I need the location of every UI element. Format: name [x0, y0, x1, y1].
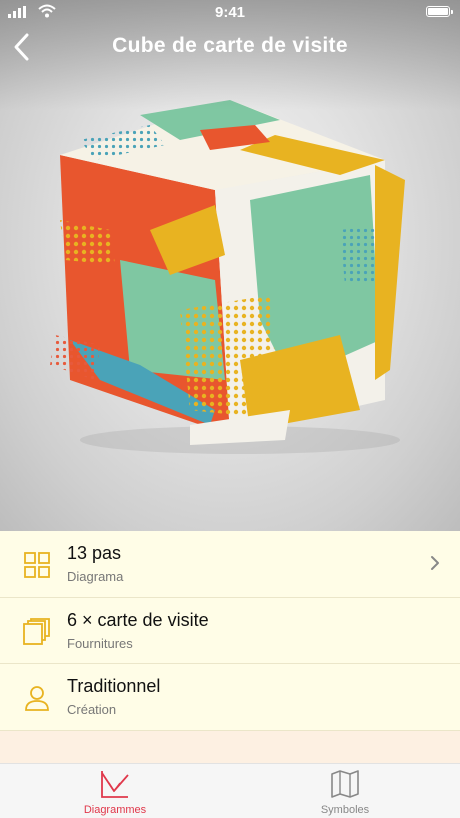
cards-stack-icon — [23, 617, 50, 645]
person-icon — [25, 686, 49, 711]
status-time: 9:41 — [214, 4, 246, 21]
item-title: 6 × carte de visite — [67, 609, 209, 630]
map-book-icon — [331, 770, 359, 798]
page-title: Cube de carte de visite — [112, 34, 348, 57]
list-item-creation: Traditionnel Création — [0, 664, 460, 731]
tab-bar: Diagrammes Symboles — [0, 763, 460, 818]
tab-label: Symboles — [320, 804, 370, 816]
status-bar: 9:41 — [0, 0, 460, 24]
diagram-fold-icon — [101, 771, 129, 798]
hero-image: 9:41 Cube de carte de visite — [0, 0, 460, 531]
item-subtitle: Fournitures — [67, 635, 133, 651]
chevron-right-icon — [431, 556, 439, 570]
item-title: Traditionnel — [67, 676, 161, 696]
list-item-supplies: 6 × carte de visite Fournitures — [0, 598, 460, 664]
grid-icon — [24, 552, 50, 578]
tab-label: Diagrammes — [83, 804, 147, 816]
battery-icon — [426, 6, 453, 17]
cube-photo — [50, 100, 405, 454]
details-list: 13 pas Diagrama 6 × carte de visite Four… — [0, 531, 460, 731]
tab-symboles[interactable]: Symboles — [230, 764, 460, 818]
nav-bar: Cube de carte de visite — [0, 28, 460, 68]
item-subtitle: Création — [67, 702, 117, 717]
item-title: 13 pas — [67, 543, 122, 563]
item-subtitle: Diagrama — [67, 569, 124, 584]
list-item-steps[interactable]: 13 pas Diagrama — [0, 531, 460, 598]
tab-diagrammes[interactable]: Diagrammes — [0, 764, 230, 818]
spacer-band — [0, 731, 460, 763]
